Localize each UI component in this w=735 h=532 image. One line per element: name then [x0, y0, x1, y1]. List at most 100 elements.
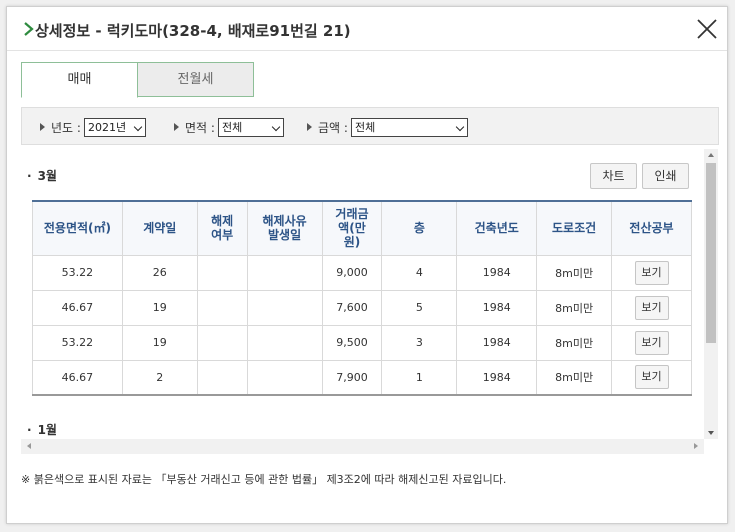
horizontal-scrollbar[interactable] [21, 439, 704, 454]
scroll-right-icon[interactable] [694, 443, 698, 449]
year-select[interactable]: 2021년 [83, 117, 146, 137]
print-button[interactable]: 인쇄 [642, 163, 689, 189]
cell-contract-day: 2 [121, 359, 198, 396]
cell-build-year: 1984 [456, 254, 538, 291]
month-heading: · 1월 [27, 421, 57, 438]
cell-build-year: 1984 [456, 359, 538, 396]
year-select-value: 2021년 [87, 121, 127, 134]
table-row: 53.22 19 9,500 3 1984 8m미만 보기 [32, 324, 692, 361]
cell-contract-day: 19 [121, 324, 198, 361]
vertical-scrollbar[interactable] [704, 149, 718, 439]
area-select[interactable]: 전체 [217, 117, 284, 137]
amount-filter-label: 금액 : [318, 120, 348, 135]
cell-registry: 보기 [611, 324, 692, 361]
scroll-left-icon[interactable] [27, 443, 31, 449]
deal-list-area: · 3월 차트 인쇄 전용면적(㎡) 계약일 해제 여부 해제사유 발생일 거래금… [21, 149, 719, 454]
cell-floor: 1 [381, 359, 458, 396]
tab-lease[interactable]: 전월세 [137, 62, 254, 97]
month-heading-label: 1월 [37, 423, 57, 437]
cell-cancelled [196, 324, 248, 361]
col-build-year: 건축년도 [456, 200, 538, 256]
cell-area: 53.22 [32, 254, 123, 291]
month-heading: · 3월 [27, 167, 57, 184]
view-button[interactable]: 보기 [634, 260, 669, 285]
col-price: 거래금 액(만 원) [321, 200, 383, 256]
cell-registry: 보기 [611, 359, 692, 396]
col-label: 거래금 액(만 원) [335, 207, 369, 250]
view-button[interactable]: 보기 [634, 295, 669, 320]
table-header-row: 전용면적(㎡) 계약일 해제 여부 해제사유 발생일 거래금 액(만 원) 층 … [32, 200, 692, 256]
area-select-value: 전체 [221, 121, 243, 134]
deals-table: 전용면적(㎡) 계약일 해제 여부 해제사유 발생일 거래금 액(만 원) 층 … [32, 200, 692, 396]
bullet-icon: · [27, 423, 32, 437]
cell-road: 8m미만 [536, 324, 613, 361]
cell-price: 9,000 [321, 254, 383, 291]
cell-price: 9,500 [321, 324, 383, 361]
col-label: 해제 여부 [211, 214, 234, 243]
triangle-right-icon [307, 123, 312, 131]
col-area: 전용면적(㎡) [32, 200, 123, 256]
col-contract-day: 계약일 [121, 200, 198, 256]
table-row: 53.22 26 9,000 4 1984 8m미만 보기 [32, 254, 692, 291]
cell-build-year: 1984 [456, 289, 538, 326]
table-row: 46.67 19 7,600 5 1984 8m미만 보기 [32, 289, 692, 326]
triangle-right-icon [40, 123, 45, 131]
col-label: 건축년도 [474, 221, 519, 236]
cell-cancelled [196, 359, 248, 396]
cell-cancelled [196, 254, 248, 291]
view-button[interactable]: 보기 [634, 330, 669, 355]
chevron-down-icon [133, 122, 143, 131]
col-road: 도로조건 [536, 200, 613, 256]
chevron-down-icon [455, 122, 465, 131]
amount-select-value: 전체 [354, 121, 376, 134]
cell-cancelled [196, 289, 248, 326]
col-floor: 층 [381, 200, 458, 256]
view-button[interactable]: 보기 [634, 365, 669, 390]
col-label: 전용면적(㎡) [43, 221, 111, 236]
cell-cancel-date [246, 289, 323, 326]
cell-road: 8m미만 [536, 289, 613, 326]
chevron-right-icon [24, 22, 34, 36]
year-filter: 년도 : 2021년 [40, 117, 146, 137]
cell-contract-day: 19 [121, 289, 198, 326]
cell-floor: 4 [381, 254, 458, 291]
cell-registry: 보기 [611, 289, 692, 326]
year-filter-label: 년도 : [51, 120, 81, 135]
chart-button[interactable]: 차트 [590, 163, 637, 189]
table-row: 46.67 2 7,900 1 1984 8m미만 보기 [32, 359, 692, 396]
triangle-right-icon [174, 123, 179, 131]
col-registry: 전산공부 [611, 200, 692, 256]
cell-price: 7,600 [321, 289, 383, 326]
cell-floor: 3 [381, 324, 458, 361]
tab-bar: 매매 전월세 [21, 62, 255, 98]
cell-road: 8m미만 [536, 359, 613, 396]
cell-area: 46.67 [32, 289, 123, 326]
scroll-thumb[interactable] [706, 163, 716, 343]
col-label: 계약일 [143, 221, 177, 236]
cell-cancel-date [246, 254, 323, 291]
tab-sale[interactable]: 매매 [21, 62, 138, 98]
amount-select[interactable]: 전체 [350, 117, 468, 137]
cell-cancel-date [246, 359, 323, 396]
footnote: ※ 붉은색으로 표시된 자료는 「부동산 거래신고 등에 관한 법률」 제3조2… [21, 473, 507, 486]
col-cancelled: 해제 여부 [196, 200, 248, 256]
close-icon[interactable] [695, 17, 719, 41]
dialog-title: 상세정보 - 럭키도마(328-4, 배재로91번길 21) [35, 22, 351, 40]
cell-registry: 보기 [611, 254, 692, 291]
col-label: 도로조건 [552, 221, 597, 236]
scroll-down-icon[interactable] [708, 431, 714, 435]
cell-road: 8m미만 [536, 254, 613, 291]
area-filter: 면적 : 전체 [174, 117, 284, 137]
month-heading-label: 3월 [37, 169, 57, 183]
cell-area: 53.22 [32, 324, 123, 361]
bullet-icon: · [27, 169, 32, 183]
col-label: 층 [413, 221, 425, 236]
scroll-up-icon[interactable] [708, 153, 714, 157]
area-filter-label: 면적 : [185, 120, 215, 135]
dialog-titlebar: 상세정보 - 럭키도마(328-4, 배재로91번길 21) [7, 7, 727, 51]
cell-build-year: 1984 [456, 324, 538, 361]
cell-area: 46.67 [32, 359, 123, 396]
filter-bar: 년도 : 2021년 면적 : 전체 금액 : 전체 [21, 107, 719, 145]
cell-contract-day: 26 [121, 254, 198, 291]
chevron-down-icon [271, 122, 281, 131]
